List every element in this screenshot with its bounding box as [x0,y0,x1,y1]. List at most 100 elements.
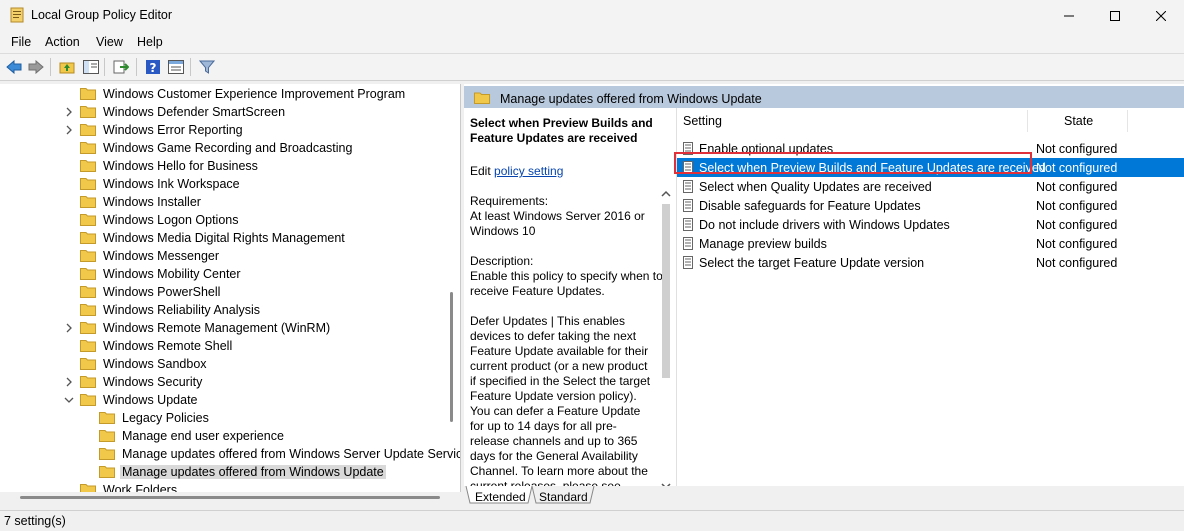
menu-view[interactable]: View [96,35,123,49]
tree-item-label: Windows Reliability Analysis [103,303,261,317]
chevron-right-icon[interactable] [64,105,74,119]
tree-item[interactable]: Windows Error Reporting [0,121,460,139]
back-button[interactable] [5,58,23,76]
toolbar-separator [50,58,51,76]
tree-item[interactable]: Windows Sandbox [0,355,460,373]
folder-icon [99,466,115,478]
settings-row[interactable]: Select the target Feature Update version… [677,253,1184,272]
setting-state: Not configured [1036,256,1118,270]
column-divider[interactable] [1027,110,1028,132]
requirements-label: Requirements: [470,194,549,208]
properties-button[interactable] [167,58,185,76]
tree-item-label: Manage updates offered from Windows Upda… [120,465,386,479]
toolbar-separator [190,58,191,76]
title-bar: Local Group Policy Editor [0,0,1184,31]
tree-horizontal-scrollbar[interactable] [20,496,440,499]
settings-row[interactable]: Manage preview builds Not configured [677,234,1184,253]
show-hide-tree-button[interactable] [82,58,100,76]
menu-help[interactable]: Help [137,35,163,49]
tree-item-label: Manage end user experience [122,429,284,443]
tree-item[interactable]: Windows Mobility Center [0,265,460,283]
console-tree[interactable]: Windows Customer Experience Improvement … [0,84,461,492]
help-icon: ? [146,60,160,75]
setting-name: Select the target Feature Update version [699,256,925,270]
chevron-right-icon[interactable] [64,375,74,389]
maximize-button[interactable] [1092,0,1138,31]
forward-button[interactable] [27,58,45,76]
folder-icon [80,376,96,388]
tree-item[interactable]: Windows Security [0,373,460,391]
tree-item[interactable]: Manage end user experience [0,427,460,445]
tree-item-label: Windows Remote Management (WinRM) [103,321,331,335]
column-divider[interactable] [1127,110,1128,132]
column-header-setting[interactable]: Setting [683,114,722,128]
details-header-title: Manage updates offered from Windows Upda… [500,92,762,106]
menu-file[interactable]: File [11,35,31,49]
chevron-right-icon[interactable] [64,321,74,335]
description-text: Enable this policy to specify when to re… [470,269,663,298]
setting-name: Select when Quality Updates are received [699,180,932,194]
edit-policy-setting-link[interactable]: policy setting [494,164,563,178]
tree-item-label: Windows Hello for Business [103,159,258,173]
tree-item[interactable]: Windows Customer Experience Improvement … [0,85,460,103]
tree-item[interactable]: Windows Game Recording and Broadcasting [0,139,460,157]
tree-item[interactable]: Windows Logon Options [0,211,460,229]
filter-button[interactable] [198,58,216,76]
close-icon [1156,10,1166,21]
minimize-button[interactable] [1046,0,1092,31]
chevron-down-icon[interactable] [64,393,74,407]
edit-prefix: Edit [470,164,491,178]
tree-item-label: Work Folders [103,483,178,492]
tree-item[interactable]: Windows Installer [0,193,460,211]
folder-icon [80,484,96,492]
folder-icon [99,412,115,424]
tree-item[interactable]: Windows Media Digital Rights Management [0,229,460,247]
setting-state: Not configured [1036,199,1118,213]
folder-icon [80,358,96,370]
folder-icon [80,160,96,172]
status-text: 7 setting(s) [4,514,66,528]
column-header-state[interactable]: State [1064,114,1093,128]
tree-item[interactable]: Windows Remote Shell [0,337,460,355]
policy-setting-icon [683,256,693,269]
folder-icon [80,232,96,244]
tree-item-label: Windows Game Recording and Broadcasting [103,141,353,155]
tree-item-label: Windows Logon Options [103,213,239,227]
tree-item-label: Windows Ink Workspace [103,177,240,191]
tree-item-label: Windows Media Digital Rights Management [103,231,345,245]
back-arrow-icon [6,60,22,74]
tree-item-label: Windows PowerShell [103,285,221,299]
export-list-button[interactable] [112,58,130,76]
tree-item[interactable]: Windows Update [0,391,460,409]
scroll-up-icon[interactable] [660,188,672,200]
description-scrollbar-thumb[interactable] [662,204,670,378]
setting-state: Not configured [1036,218,1118,232]
tree-item[interactable]: Windows Ink Workspace [0,175,460,193]
folder-icon [80,304,96,316]
tree-item[interactable]: Windows Messenger [0,247,460,265]
tree-item[interactable]: Work Folders [0,481,460,492]
tree-item-label: Windows Update [103,393,198,407]
menu-action[interactable]: Action [45,35,80,49]
tree-item-label: Legacy Policies [122,411,209,425]
settings-row[interactable]: Select when Quality Updates are received… [677,177,1184,196]
tree-vertical-scrollbar[interactable] [450,292,453,422]
policy-editor-icon [10,7,24,23]
close-button[interactable] [1138,0,1184,31]
up-one-level-button[interactable] [58,58,76,76]
tree-item[interactable]: Manage updates offered from Windows Serv… [0,445,460,463]
tree-item[interactable]: Windows Defender SmartScreen [0,103,460,121]
chevron-right-icon[interactable] [64,123,74,137]
settings-row[interactable]: Disable safeguards for Feature Updates No… [677,196,1184,215]
tree-item[interactable]: Windows PowerShell [0,283,460,301]
tree-item[interactable]: Windows Hello for Business [0,157,460,175]
settings-row[interactable]: Do not include drivers with Windows Upda… [677,215,1184,234]
folder-icon [80,250,96,262]
tab-extended[interactable]: Extended [475,488,526,505]
tab-standard[interactable]: Standard [539,488,588,505]
tree-item[interactable]: Windows Reliability Analysis [0,301,460,319]
tree-item[interactable]: Manage updates offered from Windows Upda… [0,463,460,481]
tree-item[interactable]: Legacy Policies [0,409,460,427]
help-button[interactable]: ? [144,58,162,76]
tree-item[interactable]: Windows Remote Management (WinRM) [0,319,460,337]
